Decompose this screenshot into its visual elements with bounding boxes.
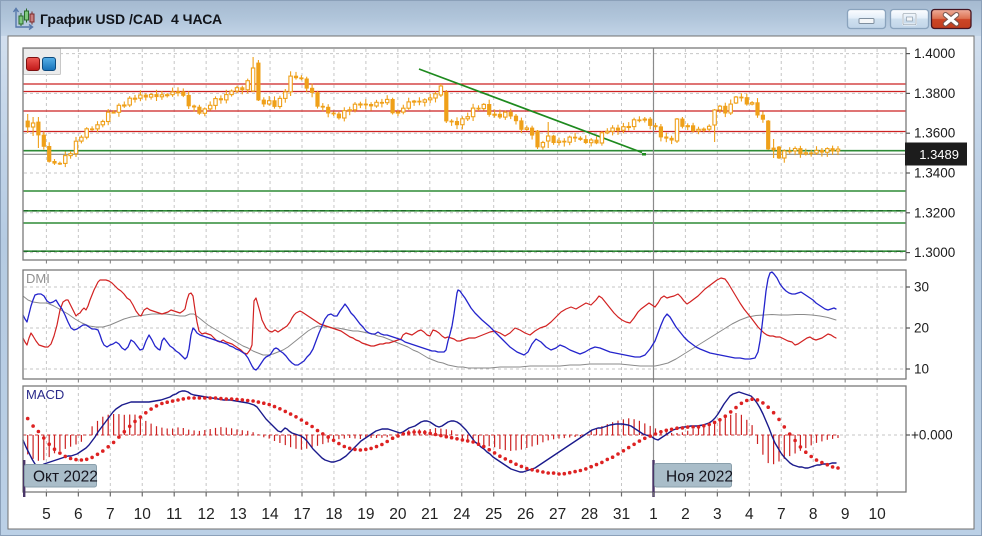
svg-text:1: 1 <box>649 506 658 523</box>
svg-text:2: 2 <box>681 506 690 523</box>
svg-text:1.3800: 1.3800 <box>914 86 955 101</box>
svg-text:6: 6 <box>74 506 83 523</box>
svg-text:9: 9 <box>841 506 850 523</box>
svg-text:13: 13 <box>229 506 246 523</box>
svg-text:График USD /CAD 4 ЧАСА: График USD /CAD 4 ЧАСА <box>40 11 222 27</box>
svg-text:8: 8 <box>809 506 818 523</box>
svg-text:12: 12 <box>198 506 215 523</box>
svg-text:10: 10 <box>868 506 886 523</box>
svg-text:1.4000: 1.4000 <box>914 46 955 61</box>
svg-text:7: 7 <box>106 506 115 523</box>
svg-text:Окт 2022: Окт 2022 <box>33 469 98 486</box>
svg-text:28: 28 <box>581 506 598 523</box>
svg-text:26: 26 <box>517 506 534 523</box>
svg-text:30: 30 <box>914 280 929 295</box>
svg-text:5: 5 <box>42 506 51 523</box>
svg-text:31: 31 <box>613 506 630 523</box>
svg-text:11: 11 <box>166 506 182 523</box>
svg-text:1.3600: 1.3600 <box>914 126 955 141</box>
svg-text:MACD: MACD <box>26 387 64 402</box>
svg-text:Ноя 2022: Ноя 2022 <box>666 469 733 486</box>
svg-text:10: 10 <box>914 362 929 377</box>
svg-text:20: 20 <box>914 321 929 336</box>
svg-text:1.3200: 1.3200 <box>914 205 955 220</box>
svg-text:3: 3 <box>713 506 722 523</box>
svg-text:17: 17 <box>293 506 310 523</box>
svg-text:18: 18 <box>325 506 342 523</box>
svg-text:DMI: DMI <box>26 271 50 286</box>
svg-text:1.3400: 1.3400 <box>914 166 955 181</box>
svg-text:4: 4 <box>745 506 754 523</box>
svg-text:19: 19 <box>357 506 374 523</box>
svg-text:1.3000: 1.3000 <box>914 245 955 260</box>
svg-text:+0.000: +0.000 <box>911 428 953 443</box>
svg-text:1.3489: 1.3489 <box>919 147 959 162</box>
svg-text:25: 25 <box>485 506 502 523</box>
svg-text:27: 27 <box>549 506 566 523</box>
svg-text:20: 20 <box>389 506 407 523</box>
svg-text:14: 14 <box>261 506 279 523</box>
svg-text:10: 10 <box>134 506 152 523</box>
svg-text:24: 24 <box>453 506 471 523</box>
svg-text:7: 7 <box>777 506 786 523</box>
svg-text:21: 21 <box>421 506 438 523</box>
